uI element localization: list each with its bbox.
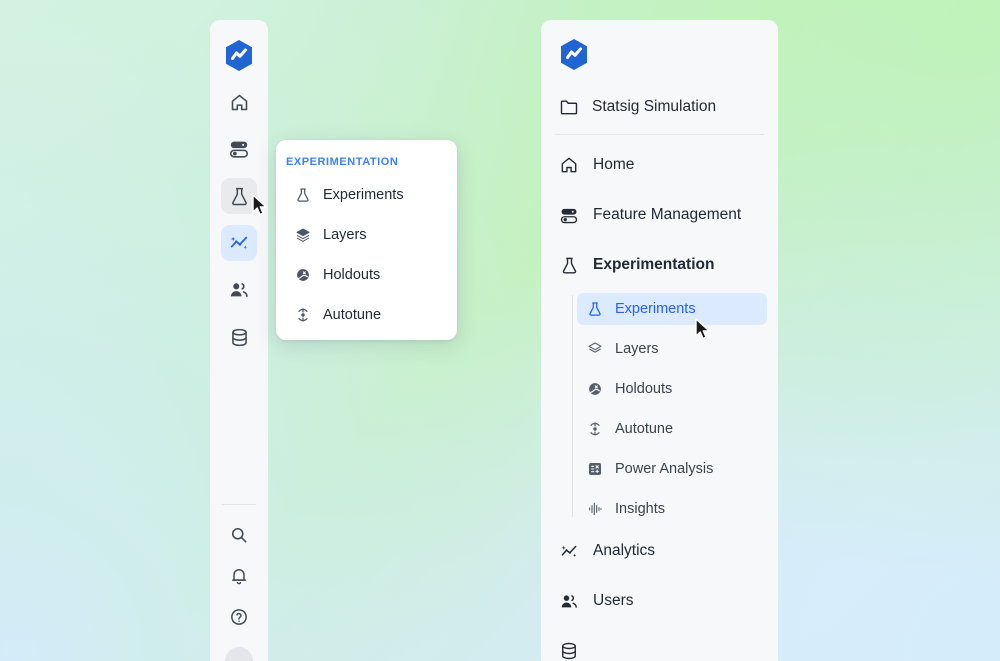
statsig-logo-icon[interactable] [224,38,254,72]
analytics-icon [559,541,579,561]
autotune-icon [294,307,311,324]
flask-icon [294,187,311,204]
subnav-item-insights[interactable]: Insights [577,493,767,525]
experimentation-subnav: Experiments Layers Holdouts Autotune Pow… [541,293,778,525]
flyout-item-label: Autotune [323,307,382,323]
subnav-item-label: Autotune [615,421,674,437]
subnav-item-label: Insights [615,501,665,517]
project-selector[interactable]: Statsig Simulation [541,76,778,120]
subnav-item-label: Layers [615,341,659,357]
rail-item-feature-management[interactable] [221,131,257,167]
subnav-item-label: Experiments [615,301,696,317]
flyout-item-holdouts[interactable]: Holdouts [276,260,457,290]
subnav-item-label: Power Analysis [615,461,714,477]
flyout-item-layers[interactable]: Layers [276,220,457,250]
subnav-item-experiments[interactable]: Experiments [577,293,767,325]
insights-icon [586,501,603,518]
nav-item-label: Feature Management [593,206,742,223]
rail-item-experimentation[interactable] [221,178,257,214]
nav-item-experimentation[interactable]: Experimentation [551,247,768,283]
nav-item-label: Users [593,592,634,609]
power-analysis-icon [586,461,603,478]
rail-item-users[interactable] [221,272,257,308]
subnav-item-holdouts[interactable]: Holdouts [577,373,767,405]
nav-item-data[interactable] [551,633,768,661]
bell-icon[interactable] [221,558,257,594]
expanded-nav-panel: Statsig Simulation Home Feature Manageme… [541,20,778,661]
nav-item-home[interactable]: Home [551,147,768,183]
rail-item-home[interactable] [221,84,257,120]
nav-item-label: Experimentation [593,256,715,273]
flyout-item-experiments[interactable]: Experiments [276,180,457,210]
holdout-icon [294,267,311,284]
folder-icon [559,97,579,117]
database-icon [559,641,579,661]
flask-icon [586,301,603,318]
home-icon [559,155,579,175]
avatar[interactable] [225,647,253,661]
autotune-icon [586,421,603,438]
question-circle-icon[interactable] [221,599,257,635]
flyout-item-label: Experiments [323,187,404,203]
holdout-icon [586,381,603,398]
nav-item-analytics[interactable]: Analytics [551,533,768,569]
nav-item-label: Analytics [593,542,656,559]
statsig-logo-icon[interactable] [541,20,778,76]
rail-item-data[interactable] [221,319,257,355]
rail-bottom-items [221,500,257,661]
subnav-item-label: Holdouts [615,381,673,397]
project-name: Statsig Simulation [592,98,717,115]
toggles-icon [559,205,579,225]
flyout-item-label: Layers [323,227,367,243]
flyout-item-autotune[interactable]: Autotune [276,300,457,330]
flask-icon [559,255,579,275]
rail-items [221,84,257,366]
layers-icon [294,227,311,244]
icon-rail [210,20,268,661]
subnav-item-layers[interactable]: Layers [577,333,767,365]
nav-item-feature-management[interactable]: Feature Management [551,197,768,233]
subnav-item-power-analysis[interactable]: Power Analysis [577,453,767,485]
flyout-item-label: Holdouts [323,267,381,283]
flyout-title: EXPERIMENTATION [286,156,399,168]
background-gradient [0,0,1000,661]
experimentation-flyout-menu: EXPERIMENTATION Experiments Layers Holdo… [276,140,457,340]
rail-item-analytics[interactable] [221,225,257,261]
users-icon [559,591,579,611]
subnav-item-autotune[interactable]: Autotune [577,413,767,445]
search-icon[interactable] [221,517,257,553]
nav-item-label: Home [593,156,635,173]
rail-divider [222,504,256,505]
nav-item-users[interactable]: Users [551,583,768,619]
layers-icon [586,341,603,358]
panel-nav: Home Feature Management Experimentation … [541,135,778,661]
